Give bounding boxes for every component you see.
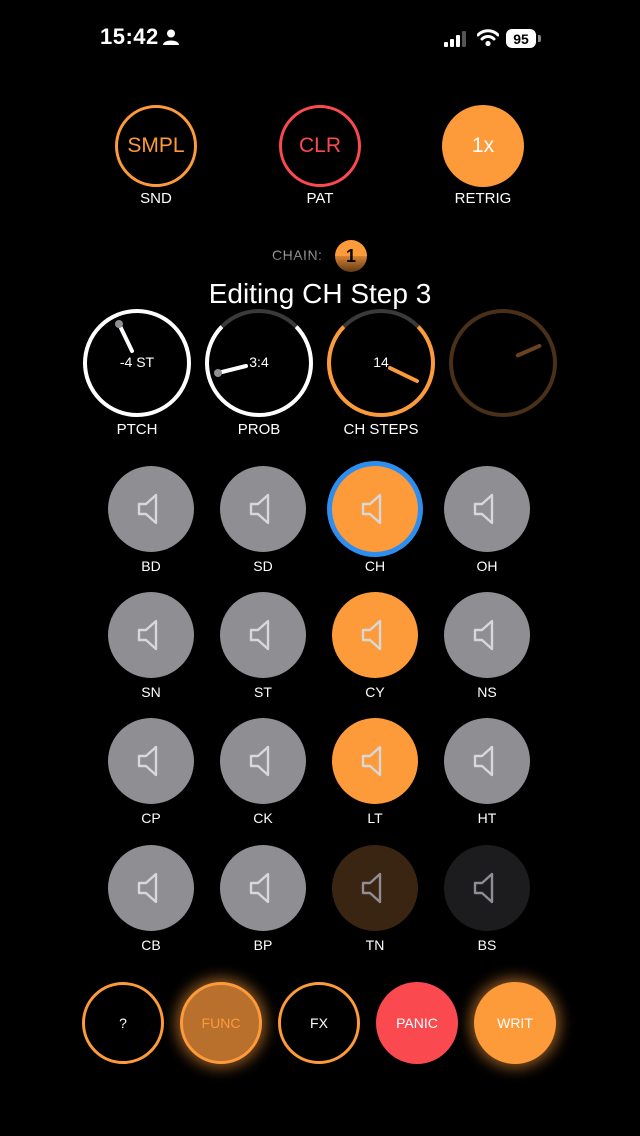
chain-fade-overlay [260, 256, 390, 280]
pad-label: BS [477, 937, 497, 953]
pad-oh[interactable] [444, 466, 530, 552]
pad-label: CY [365, 684, 385, 700]
pitch-knob-value: -4 ST [119, 354, 155, 370]
panic-button[interactable]: PANIC [376, 982, 458, 1064]
wifi-icon [477, 29, 499, 47]
pad-label: ST [254, 684, 272, 700]
pad-st[interactable] [220, 592, 306, 678]
ch-steps-knob-value: 14 [373, 354, 389, 370]
speaker-icon [361, 493, 382, 525]
sample-button[interactable]: SMPL [115, 105, 197, 187]
pad-label: BD [141, 558, 161, 574]
pad-tn[interactable] [332, 845, 418, 931]
pad-label: HT [477, 810, 497, 826]
speaker-icon [473, 745, 494, 777]
ch-steps-knob-caption: CH STEPS [343, 421, 419, 438]
write-button[interactable]: WRIT [474, 982, 556, 1064]
pad-bs[interactable] [444, 845, 530, 931]
pad-label: CH [364, 558, 386, 574]
clear-pattern-caption: PAT [306, 190, 334, 207]
speaker-icon [249, 493, 270, 525]
help-button[interactable]: ? [82, 982, 164, 1064]
battery-indicator: 95 [506, 29, 536, 48]
status-time: 15:42 [100, 24, 159, 49]
disabled-knob [449, 309, 557, 417]
probability-knob-caption: PROB [237, 421, 281, 438]
pitch-knob-caption: PTCH [116, 421, 158, 438]
pad-sd[interactable] [220, 466, 306, 552]
pad-label: SD [253, 558, 273, 574]
person-icon [163, 29, 179, 45]
pad-cp[interactable] [108, 718, 194, 804]
battery-tip [538, 35, 541, 42]
pad-lt[interactable] [332, 718, 418, 804]
speaker-icon [361, 619, 382, 651]
pad-label: OH [476, 558, 498, 574]
speaker-icon [473, 872, 494, 904]
speaker-icon [473, 493, 494, 525]
probability-knob-value: 3:4 [249, 354, 269, 370]
pad-label: BP [253, 937, 273, 953]
func-button[interactable]: FUNC [180, 982, 262, 1064]
clear-pattern-button[interactable]: CLR [279, 105, 361, 187]
pad-ns[interactable] [444, 592, 530, 678]
pad-sn[interactable] [108, 592, 194, 678]
speaker-icon [137, 493, 158, 525]
pad-bd[interactable] [108, 466, 194, 552]
pad-cy[interactable] [332, 592, 418, 678]
speaker-icon [137, 745, 158, 777]
pad-ch[interactable] [332, 466, 418, 552]
speaker-icon [361, 872, 382, 904]
pad-label: TN [365, 937, 385, 953]
pad-bp[interactable] [220, 845, 306, 931]
pad-label: SN [141, 684, 161, 700]
speaker-icon [137, 872, 158, 904]
speaker-icon [249, 619, 270, 651]
speaker-icon [249, 872, 270, 904]
pad-label: NS [477, 684, 497, 700]
speaker-icon [249, 745, 270, 777]
retrig-caption: RETRIG [454, 190, 512, 207]
signal-icon [444, 31, 466, 47]
pad-ck[interactable] [220, 718, 306, 804]
pad-label: LT [367, 810, 383, 826]
speaker-icon [473, 619, 494, 651]
editing-title: Editing CH Step 3 [208, 278, 432, 309]
retrig-button[interactable]: 1x [442, 105, 524, 187]
pad-label: CB [141, 937, 161, 953]
speaker-icon [137, 619, 158, 651]
pad-ht[interactable] [444, 718, 530, 804]
sample-button-caption: SND [140, 190, 172, 207]
pad-label: CP [141, 810, 161, 826]
speaker-icon [361, 745, 382, 777]
fx-button[interactable]: FX [278, 982, 360, 1064]
pad-cb[interactable] [108, 845, 194, 931]
pad-label: CK [253, 810, 273, 826]
